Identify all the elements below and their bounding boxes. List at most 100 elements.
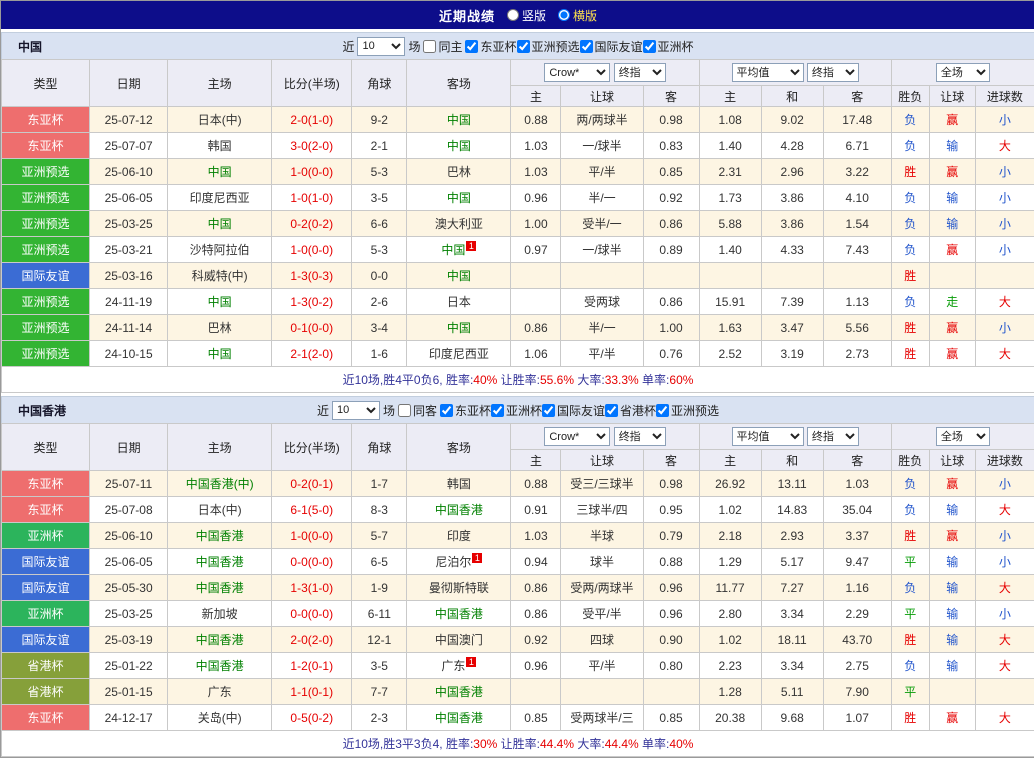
avg-odds-away xyxy=(823,263,891,289)
recent-count-select[interactable]: 10 xyxy=(332,401,380,420)
home-team: 新加坡 xyxy=(168,601,272,627)
team-name: 沙特阿拉伯 xyxy=(190,243,250,257)
stat-value: 60% xyxy=(669,373,693,387)
competition-label: 亚洲杯 xyxy=(506,402,542,419)
match-date: 25-03-16 xyxy=(90,263,168,289)
fulltime-select[interactable]: 全场 xyxy=(936,63,990,82)
corner-score: 9-2 xyxy=(352,107,407,133)
avg-odds-away: 6.71 xyxy=(823,133,891,159)
final-odds-select[interactable]: 终指 xyxy=(614,427,666,446)
team-name: 澳大利亚 xyxy=(435,217,483,231)
match-date: 25-01-15 xyxy=(90,679,168,705)
handicap-odds-away: 0.80 xyxy=(643,653,699,679)
result-wdl: 负 xyxy=(891,471,929,497)
team-name: 关岛(中) xyxy=(198,711,242,725)
competition-filter[interactable]: 国际友谊 xyxy=(542,402,605,419)
fulltime-select[interactable]: 全场 xyxy=(936,427,990,446)
away-team: 澳大利亚 xyxy=(407,211,511,237)
result-goals: 大 xyxy=(975,341,1034,367)
avg-odds-home: 5.88 xyxy=(699,211,761,237)
home-team: 中国香港 xyxy=(168,653,272,679)
competition-checkbox[interactable] xyxy=(517,40,530,53)
result-wdl: 负 xyxy=(891,653,929,679)
handicap-line: 受平/半 xyxy=(561,601,643,627)
competition-checkbox[interactable] xyxy=(605,404,618,417)
competition-filter[interactable]: 国际友谊 xyxy=(580,38,643,55)
competition-checkbox[interactable] xyxy=(542,404,555,417)
team-name: 中国 xyxy=(208,217,232,231)
col-header-goals: 进球数 xyxy=(975,450,1034,471)
avg-odds-home: 2.52 xyxy=(699,341,761,367)
same-venue-checkbox[interactable] xyxy=(398,404,411,417)
competition-filter[interactable]: 亚洲杯 xyxy=(491,402,542,419)
bookmaker-select[interactable]: Crow* xyxy=(544,427,610,446)
horizontal-layout-radio[interactable] xyxy=(558,9,570,21)
handicap-odds-away: 0.88 xyxy=(643,549,699,575)
result-handicap: 赢 xyxy=(929,471,975,497)
final-average-select[interactable]: 终指 xyxy=(807,63,859,82)
recent-prefix: 近 xyxy=(342,38,354,55)
same-venue-filter[interactable]: 同主 xyxy=(423,38,462,55)
match-score: 3-0(2-0) xyxy=(272,133,352,159)
competition-checkbox[interactable] xyxy=(491,404,504,417)
col-header-odds-away: 客 xyxy=(643,450,699,471)
match-date: 24-11-19 xyxy=(90,289,168,315)
avg-odds-home: 1.28 xyxy=(699,679,761,705)
match-type-badge: 亚洲预选 xyxy=(2,289,90,315)
match-score: 1-3(1-0) xyxy=(272,575,352,601)
result-handicap: 输 xyxy=(929,627,975,653)
avg-odds-home: 1.63 xyxy=(699,315,761,341)
stat-label: 大率: xyxy=(574,373,605,387)
competition-filter[interactable]: 亚洲杯 xyxy=(643,38,694,55)
match-score: 0-5(0-2) xyxy=(272,705,352,731)
competition-filter[interactable]: 东亚杯 xyxy=(440,402,491,419)
handicap-line: 半/一 xyxy=(561,315,643,341)
away-team: 印度尼西亚 xyxy=(407,341,511,367)
team-name: 中国 xyxy=(447,113,471,127)
layout-option-horizontal[interactable]: 横版 xyxy=(558,7,597,24)
competition-filter[interactable]: 亚洲预选 xyxy=(517,38,580,55)
summary-row: 近10场,胜4平0负6, 胜率:40% 让胜率:55.6% 大率:33.3% 单… xyxy=(2,367,1034,393)
average-odds-select[interactable]: 平均值 xyxy=(732,63,804,82)
stat-label: 胜率: xyxy=(446,737,473,751)
same-venue-filter[interactable]: 同客 xyxy=(398,402,437,419)
team-name: 中国香港 xyxy=(435,607,483,621)
team-name: 中国 xyxy=(447,321,471,335)
team-name: 中国 xyxy=(208,295,232,309)
match-row: 东亚杯25-07-12日本(中)2-0(1-0)9-2中国0.88两/两球半0.… xyxy=(2,107,1034,133)
recent-count-select[interactable]: 10 xyxy=(357,37,405,56)
vertical-layout-radio[interactable] xyxy=(507,9,519,21)
match-date: 24-12-17 xyxy=(90,705,168,731)
competition-checkbox[interactable] xyxy=(643,40,656,53)
match-row: 东亚杯24-12-17关岛(中)0-5(0-2)2-3中国香港0.85受两球半/… xyxy=(2,705,1034,731)
competition-filter[interactable]: 亚洲预选 xyxy=(656,402,719,419)
competition-label: 东亚杯 xyxy=(480,38,516,55)
team-name: 中国香港 xyxy=(435,711,483,725)
match-row: 国际友谊25-03-19中国香港2-0(2-0)12-1中国澳门0.92四球0.… xyxy=(2,627,1034,653)
competition-checkbox[interactable] xyxy=(656,404,669,417)
competition-checkbox[interactable] xyxy=(580,40,593,53)
bookmaker-select[interactable]: Crow* xyxy=(544,63,610,82)
competition-label: 国际友谊 xyxy=(595,38,643,55)
avg-odds-draw: 3.34 xyxy=(761,601,823,627)
competition-filter[interactable]: 东亚杯 xyxy=(465,38,516,55)
average-odds-select[interactable]: 平均值 xyxy=(732,427,804,446)
competition-label: 东亚杯 xyxy=(455,402,491,419)
avg-odds-home xyxy=(699,263,761,289)
competition-checkbox[interactable] xyxy=(440,404,453,417)
result-wdl: 负 xyxy=(891,185,929,211)
avg-odds-draw: 9.68 xyxy=(761,705,823,731)
final-odds-select[interactable]: 终指 xyxy=(614,63,666,82)
competition-checkbox[interactable] xyxy=(465,40,478,53)
final-average-select[interactable]: 终指 xyxy=(807,427,859,446)
competition-filter[interactable]: 省港杯 xyxy=(605,402,656,419)
stat-value: 55.6% xyxy=(540,373,574,387)
away-team: 中国 xyxy=(407,263,511,289)
match-type-badge: 亚洲预选 xyxy=(2,341,90,367)
layout-option-vertical[interactable]: 竖版 xyxy=(507,7,546,24)
match-row: 亚洲预选25-03-25中国0-2(0-2)6-6澳大利亚1.00受半/一0.8… xyxy=(2,211,1034,237)
same-venue-checkbox[interactable] xyxy=(423,40,436,53)
match-score: 1-3(0-3) xyxy=(272,263,352,289)
avg-odds-draw: 3.19 xyxy=(761,341,823,367)
record-summary: 近10场,胜4平0负6, 胜率:40% 让胜率:55.6% 大率:33.3% 单… xyxy=(2,367,1034,393)
